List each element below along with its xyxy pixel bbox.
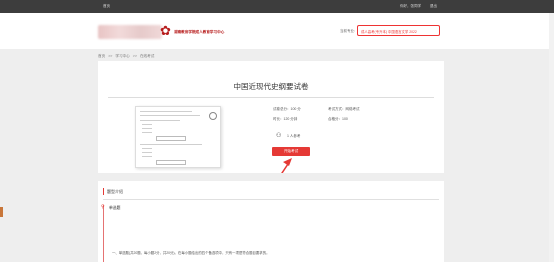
- user-greeting[interactable]: 你好，张同学: [400, 4, 421, 9]
- question-type-intro: 题型介绍 ⚲ 单选题 一、单选题(共20题，每小题2分，共20分)。在每小题给出…: [98, 181, 444, 262]
- top-bar: 首页 你好，张同学 退出: [0, 0, 554, 13]
- timeline-line: [103, 205, 104, 262]
- section-accent-bar: [103, 188, 104, 195]
- major-switch-button[interactable]: 成人高考(专升本) 中国语言文学 2022: [357, 25, 440, 36]
- breadcrumb-study-center[interactable]: 学习中心: [115, 54, 129, 58]
- intro-title: 题型介绍: [107, 189, 123, 194]
- section-description: 一、单选题(共20题，每小题2分，共20分)。在每小题给出的四个备选项中，只有一…: [112, 251, 270, 255]
- breadcrumb-separator: >>: [132, 54, 137, 58]
- logout-link[interactable]: 退出: [430, 4, 437, 9]
- logo-emblem-icon: ✿: [160, 24, 171, 39]
- breadcrumb: 首页 >> 学习中心 >> 在线考试: [98, 54, 156, 59]
- location-pin-icon: ⚲: [101, 204, 105, 210]
- logo-text: 湖南教育学院成人教育学习中心: [174, 30, 225, 34]
- section-title: 单选题: [109, 206, 121, 210]
- logo-image: [98, 25, 162, 39]
- exam-card: 中国近现代史纲要试卷 试卷总分：100 分 考试方式：网络考试 时长：120 分…: [98, 61, 444, 173]
- breadcrumb-current: 在线考试: [139, 54, 155, 58]
- breadcrumb-separator: >>: [108, 54, 113, 58]
- breadcrumb-home[interactable]: 首页: [98, 54, 105, 58]
- red-arrow-annotation: [281, 158, 292, 173]
- page-scrollbar[interactable]: [549, 13, 554, 262]
- major-switch-label: 当前专业:: [340, 29, 355, 33]
- home-link[interactable]: 首页: [103, 4, 110, 9]
- side-float-tab[interactable]: [0, 207, 3, 217]
- site-header: ✿ 湖南教育学院成人教育学习中心 当前专业: 成人高考(专升本) 中国语言文学 …: [0, 13, 554, 49]
- divider: [103, 199, 439, 200]
